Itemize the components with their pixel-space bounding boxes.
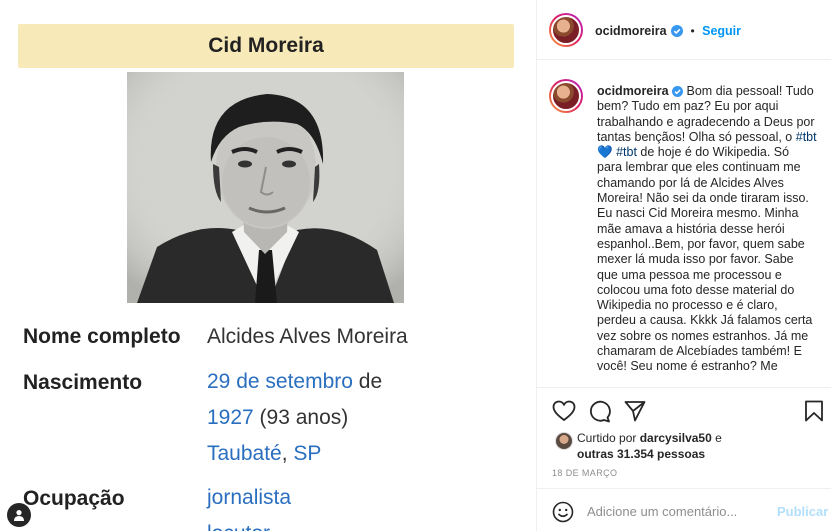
occupation-link-journalist: jornalista	[207, 486, 292, 509]
post-image[interactable]: Cid Moreira Nome completo Alcides Alves …	[0, 0, 536, 531]
liked-by-and: e	[711, 431, 722, 445]
wiki-infobox-title-bar: Cid Moreira	[18, 24, 514, 68]
emoji-icon[interactable]	[552, 501, 574, 523]
wiki-value-full-name: Alcides Alves Moreira	[207, 325, 408, 348]
caption-scroll-area[interactable]: ocidmoreira Bom dia pessoal! Tudo bem? T…	[537, 61, 831, 387]
likes-summary: Curtido por darcysilva50 e outras 31.354…	[577, 430, 722, 462]
publish-button[interactable]: Publicar	[777, 504, 828, 519]
bookmark-icon[interactable]	[804, 400, 824, 422]
liked-by-user-link[interactable]: darcysilva50	[640, 431, 712, 445]
header-avatar[interactable]	[549, 13, 583, 47]
header-separator: •	[690, 24, 695, 38]
header-avatar-image	[551, 15, 581, 45]
birth-date-suffix: de	[352, 370, 383, 393]
occupation-link-announcer: locutor	[207, 522, 270, 531]
caption-avatar[interactable]	[549, 79, 583, 113]
birth-place-separator: ,	[281, 442, 294, 465]
blue-heart-emoji: 💙	[597, 145, 613, 160]
caption-text: ocidmoreira Bom dia pessoal! Tudo bem? T…	[597, 84, 817, 375]
birth-date-link: 29 de setembro	[207, 370, 353, 393]
comment-input[interactable]	[587, 500, 767, 522]
header-user-line: ocidmoreira • Seguir	[595, 22, 741, 40]
user-icon	[14, 510, 24, 521]
wiki-value-birth: 29 de setembro de 1927 (93 anos) Taubaté…	[207, 364, 457, 472]
wiki-value-occupation: jornalista locutor	[207, 480, 291, 531]
heart-icon[interactable]	[552, 400, 576, 422]
wiki-label-occupation: Ocupação	[23, 487, 125, 510]
comment-box: Publicar	[537, 488, 831, 531]
hashtag-link-2[interactable]: #tbt	[616, 145, 637, 159]
liked-by-others-link[interactable]: outras 31.354 pessoas	[577, 447, 705, 461]
follow-button[interactable]: Seguir	[702, 24, 741, 38]
wiki-label-birth: Nascimento	[23, 371, 143, 394]
post-side-panel: ocidmoreira • Seguir ocidmoreira Bom dia…	[536, 0, 831, 531]
wiki-label-full-name: Nome completo	[23, 325, 181, 348]
share-icon[interactable]	[624, 400, 646, 422]
caption-body-2: de hoje é do Wikipedia. Só para lembrar …	[597, 145, 813, 374]
liked-by-prefix: Curtido por	[577, 431, 640, 445]
birth-city-link: Taubaté	[207, 442, 282, 465]
post-date[interactable]: 18 DE MARÇO	[552, 468, 617, 478]
portrait-illustration	[127, 72, 404, 303]
birth-age: (93 anos)	[253, 406, 349, 429]
birth-state-link: SP	[293, 442, 322, 465]
header-username[interactable]: ocidmoreira	[595, 24, 667, 38]
portrait-photo	[127, 72, 404, 303]
post-actions: Curtido por darcysilva50 e outras 31.354…	[537, 387, 831, 488]
tagged-users-button[interactable]	[7, 503, 31, 527]
post-header: ocidmoreira • Seguir	[537, 0, 831, 60]
caption-username[interactable]: ocidmoreira	[597, 84, 669, 98]
wiki-infobox-title: Cid Moreira	[208, 34, 324, 57]
caption-avatar-image	[551, 81, 581, 111]
verified-badge-icon	[672, 86, 684, 98]
comment-icon[interactable]	[588, 400, 611, 423]
birth-year-link: 1927	[207, 406, 254, 429]
hashtag-link-1[interactable]: #tbt	[796, 130, 817, 144]
liker-avatar[interactable]	[555, 432, 573, 450]
verified-badge-icon	[671, 24, 684, 37]
